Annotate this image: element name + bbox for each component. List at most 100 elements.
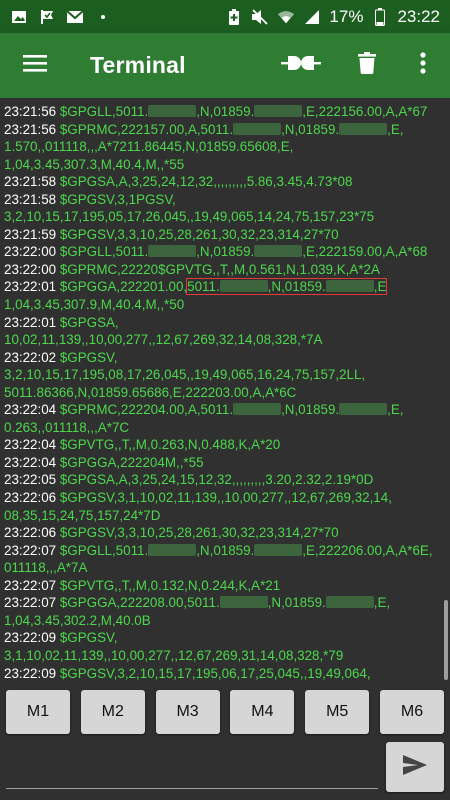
scrollbar[interactable] — [444, 600, 448, 680]
battery-icon — [371, 7, 389, 26]
terminal-line: 23:22:09 $GPGSV,3,2,10,15,17,195,06,17,2… — [4, 665, 444, 683]
menu-button[interactable] — [0, 33, 70, 98]
terminal-line: 23:22:09 $GPGSV, — [4, 629, 444, 647]
timestamp: 23:21:59 — [4, 226, 60, 242]
timestamp: 23:22:04 — [4, 437, 60, 453]
send-button[interactable] — [386, 742, 444, 792]
connect-button[interactable] — [264, 33, 338, 98]
timestamp: 23:22:02 — [4, 349, 60, 365]
terminal-line: 23:22:07 $GPVTG,,T,,M,0.132,N,0.244,K,A*… — [4, 577, 444, 595]
nmea-message: $GPGSA,A,3,25,24,12,32,,,,,,,,,5.86,3.45… — [59, 174, 353, 190]
timestamp: 23:22:00 — [4, 261, 60, 277]
timestamp: 23:22:07 — [4, 577, 60, 593]
timestamp: 23:22:04 — [4, 402, 60, 418]
macro-button-m6[interactable]: M6 — [379, 690, 444, 734]
terminal-line: 23:22:04 $GPRMC,222204.00,A,5011. ,N,0185… — [4, 401, 444, 419]
nmea-message: $GPGLL,5011. ,N,01859. ,E,222159.00,A,A*68 — [59, 244, 428, 260]
redacted-digits — [233, 403, 282, 416]
mute-icon — [251, 8, 269, 25]
timestamp: 23:22:09 — [4, 665, 60, 681]
nmea-message: $GPGGA,222201.00,5011. ,N,01859. ,E — [59, 278, 388, 296]
nmea-message: 1.570,,011118,,,A*7211.86445,N,01859.656… — [4, 139, 294, 155]
redacted-digits — [325, 596, 374, 609]
nmea-message: 1,04,3.45,302.2,M,40.0B — [4, 612, 151, 628]
signal-icon — [303, 9, 321, 25]
nmea-message: $GPGSV,3,2,10,15,17,195,06,17,25,045,,19… — [59, 665, 371, 681]
nmea-message: 5011.86366,N,01859.65686,E,222203.00,A,A… — [4, 384, 297, 400]
timestamp: 23:22:06 — [4, 490, 60, 506]
terminal-line: 3,2,10,15,17,195,05,17,26,045,,19,49,065… — [4, 208, 444, 226]
nmea-message: 0.263,,011118,,,A*7C — [4, 419, 130, 435]
more-vert-icon — [420, 52, 426, 79]
terminal-lines: 23:21:56 $GPGLL,5011. ,N,01859. ,E,222156.… — [0, 98, 450, 682]
timestamp: 23:22:05 — [4, 472, 60, 488]
macro-button-m5[interactable]: M5 — [305, 690, 370, 734]
terminal-line: 5011.86366,N,01859.65686,E,222203.00,A,A… — [4, 384, 444, 402]
redacted-digits — [254, 105, 303, 117]
nmea-message: $GPGSV,3,3,10,25,28,261,30,32,23,314,27*… — [59, 525, 339, 541]
macro-button-m2[interactable]: M2 — [80, 690, 145, 734]
nmea-message: 3,2,10,15,17,195,05,17,26,045,,19,49,065… — [4, 209, 375, 225]
terminal-output[interactable]: 23:21:56 $GPGLL,5011. ,N,01859. ,E,222156.… — [0, 98, 450, 682]
nmea-message: $GPVTG,,T,,M,0.263,N,0.488,K,A*20 — [59, 437, 281, 453]
macro-button-m3[interactable]: M3 — [155, 690, 220, 734]
timestamp: 23:21:56 — [4, 104, 60, 119]
timestamp: 23:21:58 — [4, 191, 60, 207]
wifi-icon — [277, 9, 295, 25]
terminal-line: 23:22:04 $GPGGA,222204M,,*55 — [4, 454, 444, 472]
nmea-message: $GPGSV,3,1,10,02,11,139,,10,00,277,,12,6… — [59, 490, 392, 506]
redacted-digits — [148, 245, 197, 258]
command-input[interactable] — [6, 750, 378, 789]
terminal-line: 011118,,,A*7A — [4, 559, 444, 577]
terminal-line: 23:22:04 $GPVTG,,T,,M,0.263,N,0.488,K,A*… — [4, 436, 444, 454]
nmea-message: $GPRMC,22220$GPVTG,,T,,M,0.561,N,1.039,K… — [59, 261, 380, 277]
redacted-digits — [219, 280, 268, 293]
nmea-message: $GPGSV,3,1PGSV, — [59, 191, 176, 207]
terminal-line: 23:22:05 $GPGSA,A,3,25,24,15,12,32,,,,,,… — [4, 471, 444, 489]
terminal-line: 23:22:06 $GPGSV,3,1,10,02,11,139,,10,00,… — [4, 489, 444, 507]
battery-saver-icon — [225, 8, 243, 25]
highlighted-coordinates: 5011. ,N,01859. ,E — [186, 278, 388, 296]
toolbar-actions — [264, 33, 450, 98]
terminal-line: 1,04,3.45,307.9,M,40.4,M,,*50 — [4, 296, 444, 314]
terminal-line: 23:22:06 $GPGSV,3,3,10,25,28,261,30,32,2… — [4, 524, 444, 542]
terminal-line: 1.570,,011118,,,A*7211.86445,N,01859.656… — [4, 138, 444, 156]
page-title: Terminal — [90, 52, 186, 78]
nmea-message: $GPRMC,222204.00,A,5011. ,N,01859. ,E, — [59, 402, 404, 418]
timestamp: 23:22:09 — [4, 630, 60, 646]
nmea-message: $GPGSA,A,3,25,24,15,12,32,,,,,,,,,3.20,2… — [59, 472, 374, 488]
timestamp: 23:22:04 — [4, 454, 60, 470]
timestamp: 23:21:58 — [4, 174, 60, 190]
timestamp: 23:21:56 — [4, 121, 60, 137]
image-icon — [10, 9, 28, 25]
terminal-line: 23:21:56 $GPGLL,5011. ,N,01859. ,E,222156.… — [4, 103, 444, 121]
terminal-line: 23:21:59 $GPGSV,3,3,10,25,28,261,30,32,2… — [4, 226, 444, 244]
nmea-message: 3,1,10,02,11,139,,10,00,277,,12,67,269,3… — [4, 647, 344, 663]
more-options-button[interactable] — [396, 33, 450, 98]
timestamp: 23:22:00 — [4, 244, 60, 260]
app-bar: Terminal — [0, 33, 450, 98]
input-bar — [0, 742, 450, 800]
timestamp: 23:22:01 — [4, 314, 60, 330]
dot-icon — [94, 9, 112, 25]
terminal-line: 23:22:00 $GPRMC,22220$GPVTG,,T,,M,0.561,… — [4, 261, 444, 279]
terminal-line: 10,02,11,139,,10,00,277,,12,67,269,32,14… — [4, 331, 444, 349]
nmea-message: 10,02,11,139,,10,00,277,,12,67,269,32,14… — [4, 332, 323, 348]
terminal-line: 23:21:58 $GPGSA,A,3,25,24,12,32,,,,,,,,,… — [4, 173, 444, 191]
macro-button-m4[interactable]: M4 — [230, 690, 295, 734]
nmea-message: $GPGLL,5011. ,N,01859. ,E,222156.00,A,A*67 — [59, 104, 428, 119]
timestamp: 23:22:01 — [4, 279, 60, 295]
terminal-line: 23:21:58 $GPGSV,3,1PGSV, — [4, 191, 444, 209]
terminal-line: 1,04,3.45,302.2,M,40.0B — [4, 612, 444, 630]
nmea-message: $GPGSA, — [59, 314, 119, 330]
macro-button-m1[interactable]: M1 — [6, 690, 70, 734]
delete-button[interactable] — [338, 33, 396, 98]
delete-icon — [358, 52, 376, 79]
terminal-line: 1,04,3.45,307.3,M,40.4,M,,*55 — [4, 156, 444, 174]
redacted-digits — [219, 596, 268, 609]
connect-icon — [281, 52, 321, 79]
notification-icons — [0, 9, 112, 25]
battery-percent: 17% — [329, 6, 364, 26]
nmea-message: $GPVTG,,T,,M,0.132,N,0.244,K,A*21 — [59, 577, 281, 593]
nmea-message: $GPGSV, — [59, 349, 118, 365]
